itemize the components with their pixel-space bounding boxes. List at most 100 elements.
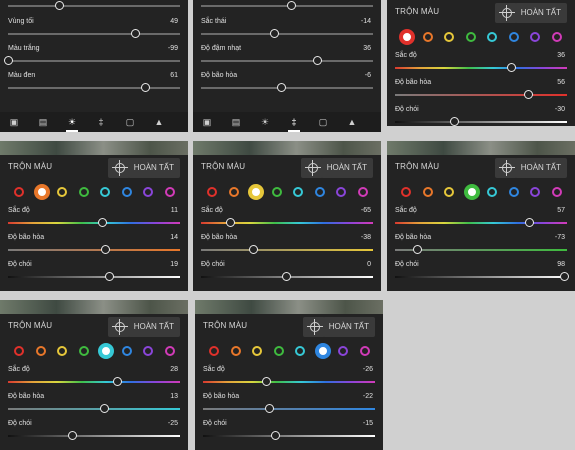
luminance-slider[interactable] — [8, 272, 180, 281]
hue-slider-thumb[interactable] — [226, 218, 236, 227]
swatch-blue[interactable] — [121, 187, 132, 197]
swatch-blue[interactable] — [316, 345, 329, 357]
vignette-icon[interactable]: ▢ — [124, 116, 136, 128]
panel_light-1-slider-thumb[interactable] — [131, 29, 141, 38]
hue-slider[interactable] — [8, 218, 180, 227]
swatch-magenta[interactable] — [551, 187, 562, 197]
swatch-orange[interactable] — [422, 32, 433, 42]
panel_light-2-slider[interactable] — [3, 56, 180, 65]
saturation-slider-thumb[interactable] — [100, 404, 110, 413]
saturation-slider[interactable] — [8, 245, 180, 254]
panel_light-3-slider-thumb[interactable] — [141, 83, 151, 92]
saturation-slider-thumb[interactable] — [249, 245, 259, 254]
hue-slider[interactable] — [201, 218, 373, 227]
swatch-blue[interactable] — [121, 346, 132, 356]
swatch-orange[interactable] — [230, 346, 241, 356]
swatch-blue[interactable] — [314, 187, 325, 197]
swatch-magenta[interactable] — [551, 32, 562, 42]
swatch-aqua[interactable] — [293, 187, 303, 197]
swatch-aqua[interactable] — [100, 187, 110, 197]
panel_color-1-slider[interactable] — [201, 29, 373, 38]
hue-slider[interactable] — [395, 218, 567, 227]
panel_light-2-slider-thumb[interactable] — [3, 56, 13, 65]
done-button[interactable]: HOÀN TẤT — [514, 3, 567, 23]
panel_color-2-slider[interactable] — [201, 56, 373, 65]
panel_color-3-slider[interactable] — [201, 83, 373, 92]
panel_color-0-slider-thumb[interactable] — [287, 1, 297, 10]
luminance-slider[interactable] — [203, 431, 375, 440]
panel_color-1-slider-thumb[interactable] — [269, 29, 279, 38]
saturation-slider[interactable] — [203, 404, 375, 413]
swatch-purple[interactable] — [530, 32, 540, 42]
hue-slider-thumb[interactable] — [506, 63, 516, 72]
panel_color-3-slider-thumb[interactable] — [276, 83, 286, 92]
swatch-red[interactable] — [207, 187, 217, 197]
light-icon[interactable]: ☀ — [66, 116, 78, 128]
swatch-magenta[interactable] — [357, 187, 368, 197]
luminance-slider-thumb[interactable] — [450, 117, 460, 126]
done-button[interactable]: HOÀN TẤT — [127, 158, 180, 178]
swatch-magenta[interactable] — [164, 187, 175, 197]
swatch-green[interactable] — [78, 346, 89, 356]
panel_light-0-slider[interactable] — [8, 1, 180, 10]
swatch-red[interactable] — [401, 31, 413, 43]
luminance-slider[interactable] — [201, 272, 373, 281]
swatch-aqua[interactable] — [100, 345, 112, 357]
swatch-aqua[interactable] — [295, 346, 305, 356]
hue-slider-thumb[interactable] — [261, 377, 271, 386]
luminance-slider[interactable] — [395, 272, 570, 281]
auto-icon[interactable]: ▤ — [230, 116, 242, 128]
detail-icon[interactable]: ▲ — [346, 116, 358, 128]
luminance-slider[interactable] — [8, 431, 180, 440]
swatch-magenta[interactable] — [164, 346, 175, 356]
swatch-purple[interactable] — [143, 187, 153, 197]
targeted-adjust-button[interactable] — [495, 158, 517, 178]
swatch-green[interactable] — [271, 187, 282, 197]
done-button[interactable]: HOÀN TẤT — [127, 317, 180, 337]
swatch-orange[interactable] — [422, 187, 433, 197]
hue-slider-thumb[interactable] — [113, 377, 123, 386]
done-button[interactable]: HOÀN TẤT — [514, 158, 567, 178]
swatch-blue[interactable] — [508, 32, 519, 42]
panel_color-2-slider-thumb[interactable] — [312, 56, 322, 65]
swatch-green[interactable] — [78, 187, 89, 197]
saturation-slider[interactable] — [395, 90, 567, 99]
panel_light-1-slider[interactable] — [8, 29, 180, 38]
swatch-yellow[interactable] — [57, 346, 67, 356]
swatch-yellow[interactable] — [444, 32, 454, 42]
swatch-orange[interactable] — [35, 186, 48, 198]
swatch-blue[interactable] — [508, 187, 519, 197]
swatch-magenta[interactable] — [359, 346, 370, 356]
targeted-adjust-button[interactable] — [108, 158, 130, 178]
swatch-orange[interactable] — [228, 187, 239, 197]
saturation-slider-thumb[interactable] — [101, 245, 111, 254]
swatch-yellow[interactable] — [444, 187, 454, 197]
luminance-slider-thumb[interactable] — [271, 431, 281, 440]
swatch-purple[interactable] — [530, 187, 540, 197]
hue-slider-thumb[interactable] — [525, 218, 535, 227]
targeted-adjust-button[interactable] — [108, 317, 130, 337]
hue-slider[interactable] — [8, 377, 180, 386]
luminance-slider-thumb[interactable] — [67, 431, 77, 440]
swatch-red[interactable] — [14, 187, 24, 197]
color-icon[interactable]: ‡ — [95, 116, 107, 128]
swatch-yellow[interactable] — [252, 346, 262, 356]
panel_color-0-slider[interactable] — [201, 1, 373, 10]
luminance-slider-thumb[interactable] — [560, 272, 570, 281]
swatch-yellow[interactable] — [250, 186, 262, 198]
crop-icon[interactable]: ▣ — [8, 116, 20, 128]
light-icon[interactable]: ☀ — [259, 116, 271, 128]
saturation-slider-thumb[interactable] — [524, 90, 534, 99]
detail-icon[interactable]: ▲ — [153, 116, 165, 128]
swatch-orange[interactable] — [35, 346, 46, 356]
swatch-yellow[interactable] — [57, 187, 67, 197]
saturation-slider-thumb[interactable] — [413, 245, 423, 254]
luminance-slider-thumb[interactable] — [282, 272, 291, 281]
hue-slider[interactable] — [395, 63, 567, 72]
saturation-slider[interactable] — [201, 245, 373, 254]
swatch-green[interactable] — [273, 346, 284, 356]
swatch-purple[interactable] — [143, 346, 153, 356]
done-button[interactable]: HOÀN TẤT — [322, 317, 375, 337]
luminance-slider[interactable] — [395, 117, 567, 126]
hue-slider[interactable] — [203, 377, 375, 386]
